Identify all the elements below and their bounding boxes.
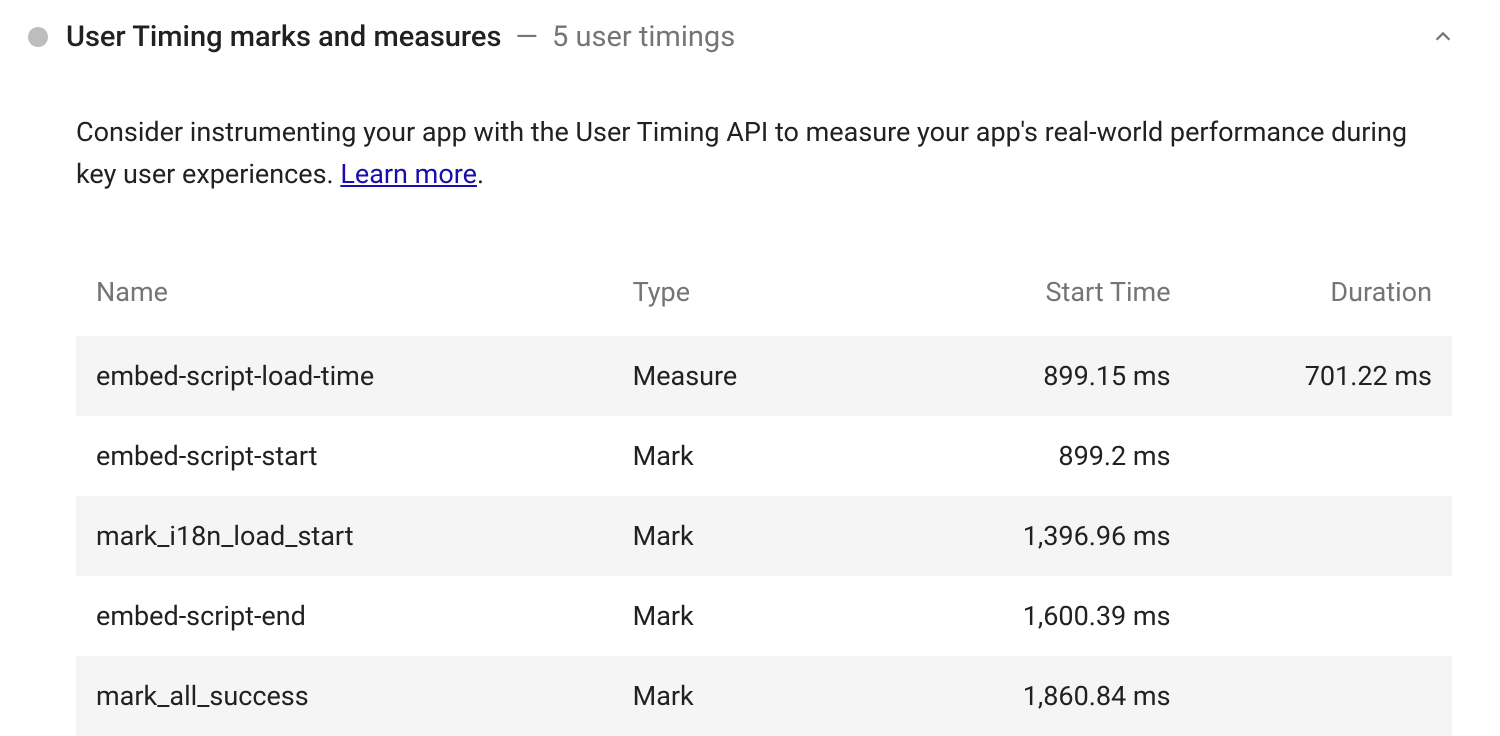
audit-title: User Timing marks and measures: [66, 20, 501, 54]
table-row: mark_i18n_load_start Mark 1,396.96 ms: [76, 496, 1452, 576]
cell-start-time: 1,600.39 ms: [915, 576, 1190, 656]
cell-type: Mark: [613, 576, 916, 656]
cell-duration: [1191, 576, 1452, 656]
cell-name: mark_all_success: [76, 656, 613, 736]
audit-title-line: User Timing marks and measures — 5 user …: [66, 20, 1394, 54]
cell-name: embed-script-load-time: [76, 336, 613, 416]
cell-type: Mark: [613, 656, 916, 736]
cell-type: Measure: [613, 336, 916, 416]
table-row: embed-script-load-time Measure 899.15 ms…: [76, 336, 1452, 416]
cell-start-time: 1,860.84 ms: [915, 656, 1190, 736]
description-text: Consider instrumenting your app with the…: [76, 116, 1407, 190]
audit-body: Consider instrumenting your app with the…: [28, 112, 1472, 736]
cell-duration: [1191, 496, 1452, 576]
collapse-toggle[interactable]: [1412, 26, 1472, 48]
audit-header[interactable]: User Timing marks and measures — 5 user …: [28, 20, 1472, 54]
cell-type: Mark: [613, 416, 916, 496]
cell-duration: [1191, 416, 1452, 496]
audit-description: Consider instrumenting your app with the…: [76, 112, 1452, 196]
table-row: mark_all_success Mark 1,860.84 ms: [76, 656, 1452, 736]
cell-start-time: 899.2 ms: [915, 416, 1190, 496]
user-timing-table: Name Type Start Time Duration embed-scri…: [76, 258, 1452, 736]
status-dot-icon: [28, 27, 48, 47]
table-row: embed-script-start Mark 899.2 ms: [76, 416, 1452, 496]
cell-type: Mark: [613, 496, 916, 576]
cell-duration: [1191, 656, 1452, 736]
col-header-type: Type: [613, 258, 916, 336]
dash-separator: —: [515, 20, 538, 54]
col-header-name: Name: [76, 258, 613, 336]
cell-start-time: 1,396.96 ms: [915, 496, 1190, 576]
chevron-up-icon: [1432, 26, 1454, 48]
cell-name: embed-script-start: [76, 416, 613, 496]
col-header-duration: Duration: [1191, 258, 1452, 336]
col-header-start-time: Start Time: [915, 258, 1190, 336]
audit-user-timing: User Timing marks and measures — 5 user …: [28, 20, 1472, 736]
cell-start-time: 899.15 ms: [915, 336, 1190, 416]
table-header-row: Name Type Start Time Duration: [76, 258, 1452, 336]
learn-more-link[interactable]: Learn more: [340, 158, 477, 190]
audit-subtitle: 5 user timings: [552, 20, 735, 54]
cell-name: mark_i18n_load_start: [76, 496, 613, 576]
description-period: .: [477, 158, 484, 190]
table-row: embed-script-end Mark 1,600.39 ms: [76, 576, 1452, 656]
cell-duration: 701.22 ms: [1191, 336, 1452, 416]
cell-name: embed-script-end: [76, 576, 613, 656]
